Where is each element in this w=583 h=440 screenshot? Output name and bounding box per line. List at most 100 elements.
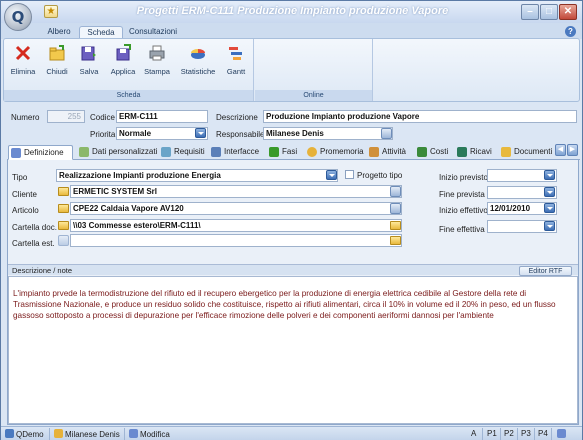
responsabile-lookup-icon[interactable] xyxy=(381,128,392,139)
status-panel-p2[interactable]: P2 xyxy=(504,429,514,439)
tab-interfacce-label: Interfacce xyxy=(224,147,260,156)
numero-field: 255 xyxy=(47,110,85,123)
tab-definizione[interactable]: Definizione xyxy=(8,145,73,160)
minimize-button[interactable]: – xyxy=(521,4,539,20)
codice-label: Codice xyxy=(90,113,115,122)
progetto-tipo-checkbox[interactable] xyxy=(345,170,354,179)
status-icon-panel xyxy=(557,429,568,440)
tab-ricavi[interactable]: Ricavi xyxy=(455,145,497,160)
printer-icon xyxy=(149,45,165,61)
status-panel-p4[interactable]: P4 xyxy=(538,429,548,439)
tab-costi[interactable]: Costi xyxy=(415,145,453,160)
elimina-button[interactable]: Elimina xyxy=(8,44,38,76)
restore-button[interactable]: □ xyxy=(540,4,558,20)
descrizione-field[interactable]: Produzione Impianto produzione Vapore xyxy=(263,110,577,123)
priorita-dropdown-icon[interactable] xyxy=(195,128,206,138)
ribbon-group-label-scheda: Scheda xyxy=(4,90,253,101)
tab-requisiti-label: Requisiti xyxy=(174,147,205,156)
ribbon: Elimina Chiudi Salva Applica Stampa Stat… xyxy=(3,38,580,102)
interfaces-icon xyxy=(211,147,221,157)
elimina-label: Elimina xyxy=(10,67,36,76)
tab-costi-label: Costi xyxy=(430,147,449,156)
statistiche-button[interactable]: Statistiche xyxy=(178,44,218,76)
revenues-icon xyxy=(457,147,467,157)
articolo-field[interactable]: CPE22 Caldaia Vapore AV120 xyxy=(70,202,402,215)
editor-rtf-button[interactable]: Editor RTF xyxy=(519,266,572,276)
salva-label: Salva xyxy=(79,67,99,76)
tab-interfacce[interactable]: Interfacce xyxy=(209,145,265,160)
close-button[interactable]: ✕ xyxy=(559,4,577,20)
articolo-lookup-icon[interactable] xyxy=(390,203,401,214)
tab-promemoria-label: Promemoria xyxy=(320,147,364,156)
responsabile-field[interactable]: Milanese Denis xyxy=(263,127,393,140)
costs-icon xyxy=(417,147,427,157)
priorita-label: Priorita xyxy=(90,130,116,139)
applica-button[interactable]: Applica xyxy=(108,44,138,76)
tab-requisiti[interactable]: Requisiti xyxy=(159,145,207,160)
fine-effettiva-dropdown-icon[interactable] xyxy=(544,221,555,231)
articolo-folder-icon[interactable] xyxy=(58,204,69,213)
database-icon xyxy=(5,429,14,438)
tab-attivita[interactable]: Attività xyxy=(367,145,413,160)
ribbon-group-online: Online xyxy=(255,39,373,101)
gantt-button[interactable]: Gantt xyxy=(222,44,250,76)
pie-chart-icon xyxy=(191,49,205,59)
tabs-scroll-left-icon[interactable]: ◀ xyxy=(555,144,566,156)
status-user-text: Milanese Denis xyxy=(65,430,120,439)
edit-icon xyxy=(129,429,138,438)
ribbon-group-label-online: Online xyxy=(255,90,372,101)
inizio-previsto-dropdown-icon[interactable] xyxy=(544,170,555,180)
chiudi-button[interactable]: Chiudi xyxy=(44,44,70,76)
tab-promemoria[interactable]: Promemoria xyxy=(305,145,365,160)
cartella-doc-field[interactable]: \\03 Commesse estero\ERM-C111\ xyxy=(70,219,402,232)
tab-documenti[interactable]: Documenti xyxy=(499,145,553,160)
progetto-tipo-label: Progetto tipo xyxy=(357,171,403,180)
chiudi-label: Chiudi xyxy=(46,67,68,76)
status-separator xyxy=(534,428,535,440)
status-panel-p3[interactable]: P3 xyxy=(521,429,531,439)
tab-dati-personalizzati-label: Dati personalizzati xyxy=(92,147,158,156)
inizio-effettivo-dropdown-icon[interactable] xyxy=(544,203,555,213)
cliente-lookup-icon[interactable] xyxy=(390,186,401,197)
status-panel-p1[interactable]: P1 xyxy=(487,429,497,439)
codice-field[interactable]: ERM-C111 xyxy=(116,110,208,123)
delete-icon xyxy=(15,45,31,61)
salva-button[interactable]: Salva xyxy=(76,44,102,76)
status-separator xyxy=(500,428,501,440)
cartella-doc-folder-icon[interactable] xyxy=(58,221,69,230)
fine-prevista-dropdown-icon[interactable] xyxy=(544,187,555,197)
ribbon-group-scheda: Elimina Chiudi Salva Applica Stampa Stat… xyxy=(4,39,254,101)
tab-dati-personalizzati[interactable]: Dati personalizzati xyxy=(77,145,157,160)
cartella-doc-browse-icon[interactable] xyxy=(390,221,401,230)
app-menu-button[interactable]: Q xyxy=(4,3,32,31)
custom-data-icon xyxy=(79,147,89,157)
tipo-dropdown-icon[interactable] xyxy=(326,170,337,180)
app-logo-icon: Q xyxy=(11,8,25,26)
cliente-field[interactable]: ERMETIC SYSTEM Srl xyxy=(70,185,402,198)
status-separator xyxy=(517,428,518,440)
cartella-est-browse-icon[interactable] xyxy=(390,236,401,245)
status-db-text: QDemo xyxy=(16,430,44,439)
status-separator xyxy=(482,428,483,440)
cliente-folder-icon[interactable] xyxy=(58,187,69,196)
application-window: ★ Progetti ERM-C111 Produzione Impianto … xyxy=(0,0,583,440)
tab-definizione-label: Definizione xyxy=(24,148,64,157)
applica-label: Applica xyxy=(110,67,136,76)
status-mode-text: Modifica xyxy=(140,430,170,439)
status-panel-a[interactable]: A xyxy=(471,429,476,439)
folder-close-icon xyxy=(49,45,65,61)
inizio-effettivo-label: Inizio effettivo xyxy=(439,206,488,215)
tab-fasi[interactable]: Fasi xyxy=(267,145,303,160)
status-bar: QDemo Milanese Denis Modifica A P1 P2 P3… xyxy=(1,426,582,440)
stampa-button[interactable]: Stampa xyxy=(142,44,172,76)
info-icon xyxy=(557,429,566,438)
numero-label: Numero xyxy=(11,113,40,122)
status-separator xyxy=(49,428,50,440)
user-icon xyxy=(54,429,63,438)
help-icon[interactable]: ? xyxy=(565,26,576,37)
tabs-scroll-right-icon[interactable]: ▶ xyxy=(567,144,578,156)
tipo-select[interactable]: Realizzazione Impianti produzione Energi… xyxy=(56,169,338,182)
notes-textarea[interactable]: L'impianto prvede la termodistruzione de… xyxy=(8,276,578,424)
cartella-est-field[interactable] xyxy=(70,234,402,247)
inizio-previsto-label: Inizio previsto xyxy=(439,173,488,182)
